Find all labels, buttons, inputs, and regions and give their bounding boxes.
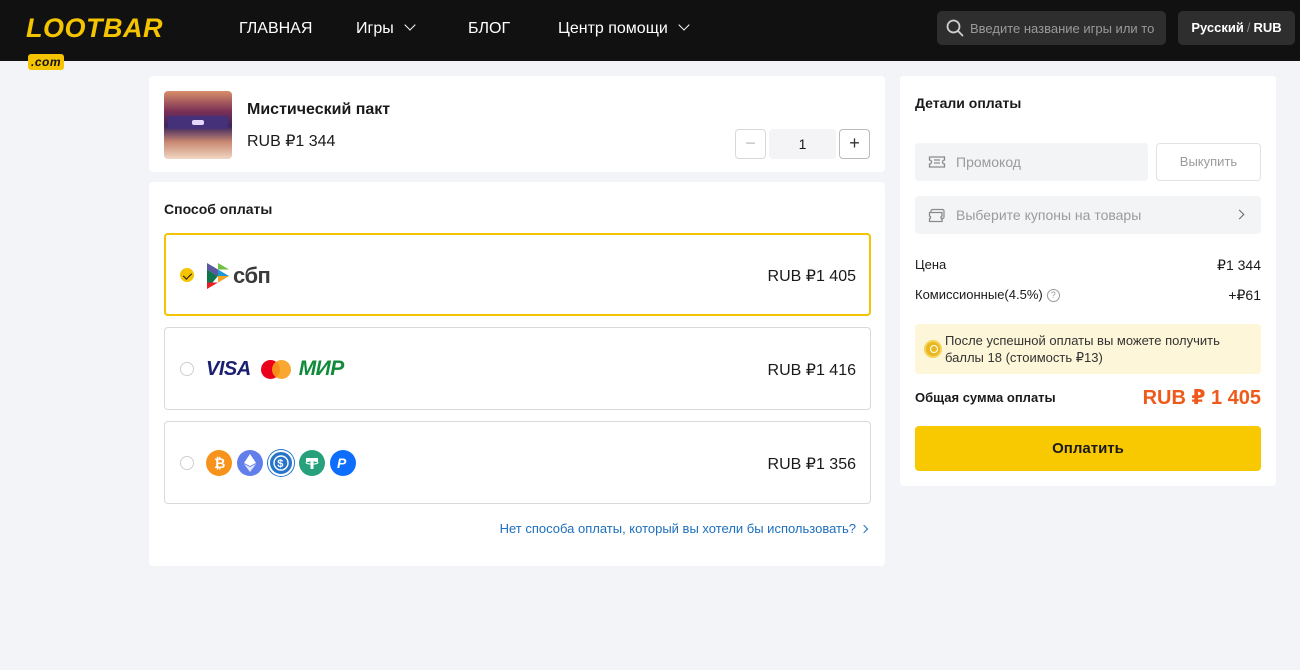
chevron-right-icon: [1234, 209, 1245, 220]
search-input[interactable]: [970, 11, 1160, 45]
search-icon: [946, 19, 964, 37]
redeem-button[interactable]: Выкупить: [1156, 143, 1261, 181]
sbp-logo: сбп: [207, 261, 271, 291]
radio-unselected[interactable]: [180, 362, 194, 376]
product-card: Мистический пакт RUB ₽1 344 − 1 +: [149, 76, 885, 172]
language-currency-button[interactable]: Русский / RUB: [1178, 11, 1295, 45]
payment-method-price: RUB ₽1 405: [767, 268, 856, 285]
tether-icon: [299, 450, 325, 476]
svg-text:₿: ₿: [214, 455, 225, 471]
fee-label: Комиссионные(4.5%)?: [915, 287, 1060, 302]
visa-logo: VISA: [206, 357, 251, 380]
nav-blog[interactable]: БЛОГ: [468, 19, 510, 39]
card-logos: VISA МИР: [206, 354, 344, 384]
payment-method-price: RUB ₽1 416: [767, 362, 856, 379]
ethereum-icon: [237, 450, 263, 476]
payment-method-sbp[interactable]: сбп RUB ₽1 405: [164, 233, 871, 316]
help-icon[interactable]: ?: [1046, 289, 1060, 302]
ticket-icon: [928, 156, 946, 168]
nav-help-center[interactable]: Центр помощи: [558, 19, 690, 39]
total-value: RUB ₽ 1 405: [1142, 387, 1261, 409]
search-box[interactable]: [937, 11, 1166, 45]
sbp-icon: [207, 263, 229, 289]
quantity-increase-button[interactable]: +: [839, 129, 870, 159]
sbp-logo-text: сбп: [233, 263, 271, 288]
payment-method-price: RUB ₽1 356: [767, 456, 856, 473]
price-label: Цена: [915, 257, 947, 272]
total-label: Общая сумма оплаты: [915, 390, 1056, 405]
product-thumbnail: [164, 91, 232, 159]
quantity-value[interactable]: 1: [769, 129, 836, 159]
coupon-selector[interactable]: Выберите купоны на товары: [915, 196, 1261, 234]
chevron-down-icon: [404, 19, 416, 31]
svg-text:$: $: [277, 458, 283, 470]
payment-method-crypto[interactable]: ₿ $ P RUB ₽1 356: [164, 421, 871, 504]
price-value: ₽1 344: [1217, 257, 1261, 273]
payment-methods-card: Способ оплаты сбп RUB ₽1 405 VISA МИР RU…: [149, 182, 885, 566]
payment-details-card: Детали оплаты Выкупить Выберите купоны н…: [900, 76, 1276, 486]
crypto-logos: ₿ $ P: [206, 448, 361, 478]
chevron-right-icon: [859, 524, 869, 534]
bitcoin-icon: ₿: [206, 450, 232, 476]
promo-code-box[interactable]: [915, 143, 1148, 181]
bonus-points-notice: После успешной оплаты вы можете получить…: [915, 324, 1261, 374]
chevron-down-icon: [678, 19, 690, 31]
payment-details-title: Детали оплаты: [915, 95, 1022, 111]
mastercard-logo: [260, 359, 291, 379]
quantity-decrease-button[interactable]: −: [735, 129, 766, 159]
payment-method-cards[interactable]: VISA МИР RUB ₽1 416: [164, 327, 871, 410]
radio-selected[interactable]: [180, 268, 194, 282]
coin-icon: [924, 340, 942, 358]
top-header: LOOTBAR.com ГЛАВНАЯ Игры БЛОГ Центр помо…: [0, 0, 1300, 70]
nav-games[interactable]: Игры: [356, 19, 416, 39]
other-payment-link[interactable]: Нет способа оплаты, который вы хотели бы…: [500, 521, 869, 536]
lootbar-logo[interactable]: LOOTBAR.com: [26, 12, 194, 70]
payment-methods-title: Способ оплаты: [164, 201, 273, 217]
product-name: Мистический пакт: [247, 101, 391, 118]
mir-logo: МИР: [298, 357, 345, 380]
product-price: RUB ₽1 344: [247, 133, 336, 150]
bonus-text: После успешной оплаты вы можете получить…: [945, 333, 1220, 365]
pyusd-icon: P: [330, 450, 356, 476]
pay-button[interactable]: Оплатить: [915, 426, 1261, 471]
nav-home[interactable]: ГЛАВНАЯ: [239, 19, 312, 39]
promo-code-input[interactable]: [956, 143, 1142, 181]
fee-value: +₽61: [1228, 287, 1261, 303]
radio-unselected[interactable]: [180, 456, 194, 470]
coupon-icon: [928, 208, 945, 223]
svg-text:P: P: [337, 455, 347, 471]
coupon-label: Выберите купоны на товары: [956, 207, 1142, 223]
usdc-icon: $: [268, 450, 294, 476]
